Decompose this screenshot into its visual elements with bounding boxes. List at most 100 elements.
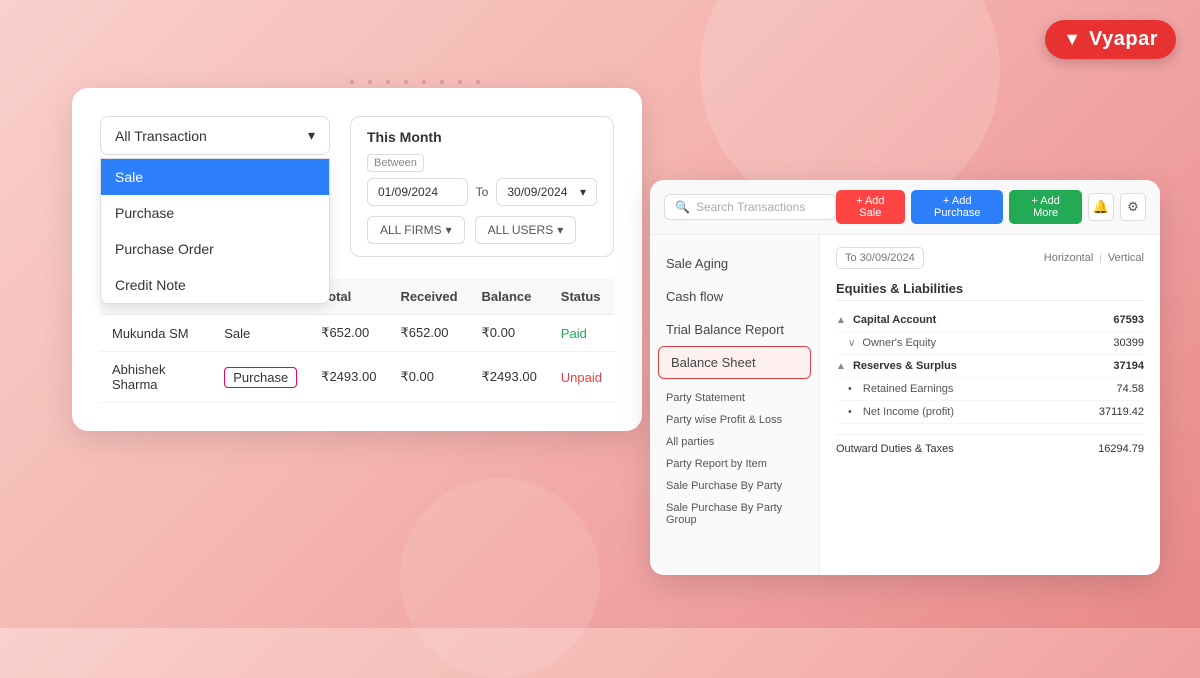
- reports-sidebar: Sale Aging Cash flow Trial Balance Repor…: [650, 235, 820, 575]
- expand-arrow-icon: ▲: [836, 315, 846, 326]
- reserves-value: 37194: [1074, 360, 1144, 372]
- capital-account-value: 67593: [1074, 314, 1144, 326]
- table-row[interactable]: Mukunda SM Sale ₹652.00 ₹652.00 ₹0.00 Pa…: [100, 315, 614, 352]
- toggle-horizontal[interactable]: Horizontal: [1044, 252, 1094, 264]
- sub-items-section: Party Statement Party wise Profit & Loss…: [650, 379, 819, 539]
- bullet-icon: •: [848, 383, 852, 395]
- search-bar[interactable]: 🔍 Search Transactions: [664, 194, 836, 220]
- add-purchase-button[interactable]: + Add Purchase: [911, 190, 1003, 224]
- sidebar-item-trial-balance[interactable]: Trial Balance Report: [650, 313, 819, 346]
- right-card: 🔍 Search Transactions + Add Sale + Add P…: [650, 180, 1160, 575]
- panel-footer: Outward Duties & Taxes 16294.79: [836, 434, 1144, 455]
- top-row: All Transaction ▾ Sale Purchase Purchase…: [100, 116, 614, 257]
- date-section-title: This Month: [367, 129, 597, 145]
- panel-row-capital[interactable]: ▲ Capital Account 67593: [836, 309, 1144, 332]
- transaction-dropdown-section: All Transaction ▾ Sale Purchase Purchase…: [100, 116, 330, 257]
- chevron-down-icon: ▾: [580, 185, 586, 199]
- panel-toggle: Horizontal | Vertical: [1044, 252, 1144, 264]
- transaction-dropdown-button[interactable]: All Transaction ▾: [100, 116, 330, 155]
- section-title: Equities & Liabilities: [836, 281, 1144, 301]
- row1-balance: ₹0.00: [470, 315, 549, 352]
- panel-row-owners-equity[interactable]: ∨ Owner's Equity 30399: [836, 332, 1144, 355]
- dropdown-item-purchase[interactable]: Purchase: [101, 195, 329, 231]
- notification-icon[interactable]: 🔔: [1088, 193, 1114, 221]
- panel-row-retained-earnings[interactable]: • Retained Earnings 74.58: [836, 378, 1144, 401]
- row2-received: ₹0.00: [388, 352, 469, 403]
- row1-total: ₹652.00: [309, 315, 388, 352]
- row2-balance: ₹2493.00: [470, 352, 549, 403]
- panel-row-reserves[interactable]: ▲ Reserves & Surplus 37194: [836, 355, 1144, 378]
- sub-item-sale-purchase-party-group[interactable]: Sale Purchase By Party Group: [650, 497, 819, 531]
- bg-decoration-circle-2: [400, 478, 600, 678]
- search-icon: 🔍: [675, 200, 690, 214]
- dropdown-item-sale[interactable]: Sale: [101, 159, 329, 195]
- reserves-label: ▲ Reserves & Surplus: [836, 360, 1074, 372]
- col-status: Status: [549, 279, 614, 315]
- sub-item-all-parties[interactable]: All parties: [650, 431, 819, 453]
- chevron-down-icon: ▾: [308, 127, 315, 144]
- owners-equity-value: 30399: [1074, 337, 1144, 349]
- panel-table: ▲ Capital Account 67593 ∨ Owner's Equity…: [836, 309, 1144, 424]
- date-to-input[interactable]: 30/09/2024 ▾: [496, 178, 597, 206]
- col-balance: Balance: [470, 279, 549, 315]
- retained-earnings-value: 74.58: [1074, 383, 1144, 395]
- row1-status: Paid: [549, 315, 614, 352]
- vyapar-logo: ▼ Vyapar: [1045, 20, 1176, 59]
- date-range-row: 01/09/2024 To 30/09/2024 ▾: [367, 178, 597, 206]
- settings-icon[interactable]: ⚙: [1120, 193, 1146, 221]
- row2-party: Abhishek Sharma: [100, 352, 212, 403]
- panel-date-range[interactable]: To 30/09/2024: [836, 247, 924, 269]
- add-more-button[interactable]: + Add More: [1009, 190, 1081, 224]
- right-card-body: Sale Aging Cash flow Trial Balance Repor…: [650, 235, 1160, 575]
- transaction-dropdown-label: All Transaction: [115, 128, 207, 144]
- expand-icon: ∨: [848, 338, 855, 349]
- sub-item-party-profit-loss[interactable]: Party wise Profit & Loss: [650, 409, 819, 431]
- table-row[interactable]: Abhishek Sharma Purchase ₹2493.00 ₹0.00 …: [100, 352, 614, 403]
- sidebar-item-cash-flow[interactable]: Cash flow: [650, 280, 819, 313]
- all-users-filter[interactable]: ALL USERS ▾: [475, 216, 577, 244]
- row1-received: ₹652.00: [388, 315, 469, 352]
- equities-section: Equities & Liabilities ▲ Capital Account…: [836, 281, 1144, 424]
- net-income-value: 37119.42: [1074, 406, 1144, 418]
- chevron-down-icon: ▾: [557, 223, 563, 237]
- left-card: All Transaction ▾ Sale Purchase Purchase…: [72, 88, 642, 431]
- date-between-label: Between: [367, 154, 424, 172]
- vyapar-logo-text: Vyapar: [1089, 28, 1158, 51]
- toggle-vertical[interactable]: Vertical: [1108, 252, 1144, 264]
- search-input: Search Transactions: [696, 200, 805, 214]
- date-from-input[interactable]: 01/09/2024: [367, 178, 468, 206]
- footer-label: Outward Duties & Taxes: [836, 443, 954, 455]
- sidebar-item-balance-sheet[interactable]: Balance Sheet: [658, 346, 811, 379]
- owners-equity-label: ∨ Owner's Equity: [836, 337, 1074, 349]
- bullet-icon: •: [848, 406, 852, 418]
- right-card-header: 🔍 Search Transactions + Add Sale + Add P…: [650, 180, 1160, 235]
- dropdown-item-credit-note[interactable]: Credit Note: [101, 267, 329, 303]
- footer-value: 16294.79: [1098, 443, 1144, 455]
- panel-filter-row: To 30/09/2024 Horizontal | Vertical: [836, 247, 1144, 269]
- retained-earnings-label: • Retained Earnings: [836, 383, 1074, 395]
- panel-row-net-income[interactable]: • Net Income (profit) 37119.42: [836, 401, 1144, 424]
- transaction-dropdown-menu: Sale Purchase Purchase Order Credit Note: [100, 158, 330, 304]
- all-firms-filter[interactable]: ALL FIRMS ▾: [367, 216, 465, 244]
- date-section: This Month Between 01/09/2024 To 30/09/2…: [350, 116, 614, 257]
- sub-item-party-statement[interactable]: Party Statement: [650, 387, 819, 409]
- row1-type: Sale: [212, 315, 309, 352]
- right-panel: To 30/09/2024 Horizontal | Vertical Equi…: [820, 235, 1160, 575]
- sidebar-item-sale-aging[interactable]: Sale Aging: [650, 247, 819, 280]
- capital-account-label: ▲ Capital Account: [836, 314, 1074, 326]
- dropdown-item-purchase-order[interactable]: Purchase Order: [101, 231, 329, 267]
- sub-item-party-report-item[interactable]: Party Report by Item: [650, 453, 819, 475]
- header-actions: + Add Sale + Add Purchase + Add More 🔔 ⚙: [836, 190, 1146, 224]
- row2-type: Purchase: [212, 352, 309, 403]
- row2-status: Unpaid: [549, 352, 614, 403]
- row2-total: ₹2493.00: [309, 352, 388, 403]
- sub-item-sale-purchase-party[interactable]: Sale Purchase By Party: [650, 475, 819, 497]
- add-sale-button[interactable]: + Add Sale: [836, 190, 906, 224]
- expand-arrow-icon: ▲: [836, 361, 846, 372]
- chevron-down-icon: ▾: [446, 223, 452, 237]
- filter-row: ALL FIRMS ▾ ALL USERS ▾: [367, 216, 597, 244]
- date-to-label: To: [476, 185, 489, 199]
- vyapar-logo-icon: ▼: [1063, 29, 1081, 50]
- net-income-label: • Net Income (profit): [836, 406, 1074, 418]
- toggle-separator: |: [1099, 253, 1102, 264]
